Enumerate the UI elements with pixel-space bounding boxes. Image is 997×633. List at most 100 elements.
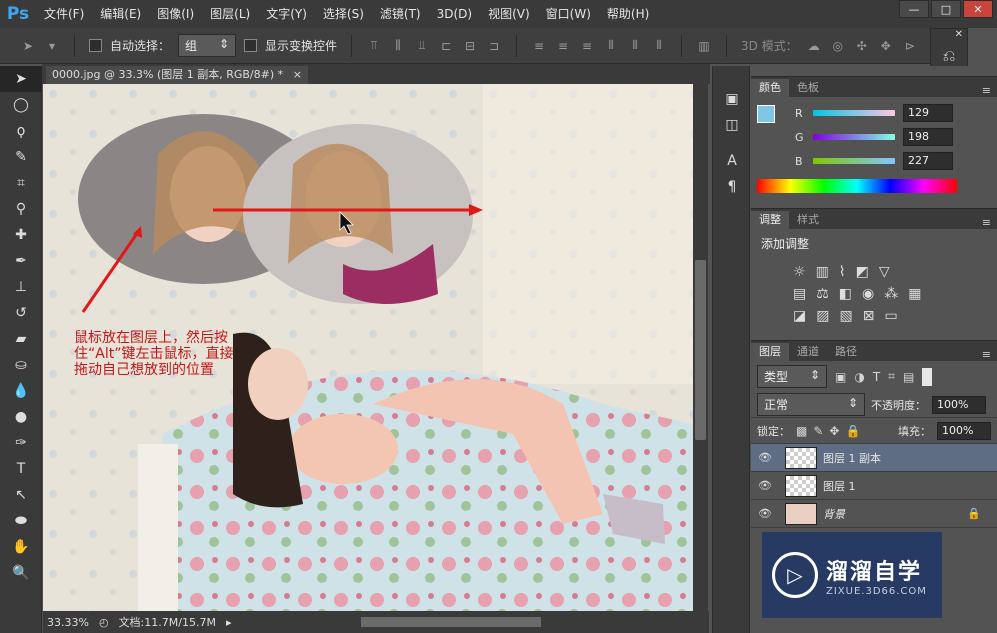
auto-select-checkbox[interactable] (89, 39, 102, 52)
panel-menu-icon[interactable]: ≡ (982, 84, 997, 97)
fill-value[interactable]: 100% (937, 421, 991, 440)
tab-color[interactable]: 颜色 (751, 79, 789, 97)
align-hcenter-icon[interactable]: ⊟ (462, 39, 478, 53)
lock-all-icon[interactable]: 🔒 (845, 424, 860, 438)
opacity-value[interactable]: 100% (932, 395, 986, 414)
character-panel-icon[interactable]: A (713, 148, 751, 174)
align-left-icon[interactable]: ⊏ (438, 39, 454, 53)
levels-icon[interactable]: ▥ (816, 264, 829, 280)
align-right-icon[interactable]: ⊐ (486, 39, 502, 53)
eye-icon[interactable]: 👁 (751, 507, 779, 520)
curves-icon[interactable]: ⌇ (839, 264, 846, 280)
show-transform-checkbox[interactable] (244, 39, 258, 52)
dodge-tool-icon[interactable]: ● (0, 404, 42, 430)
layer-filter-dropdown[interactable]: 类型 ⇕ (757, 365, 827, 388)
shape-tool-icon[interactable]: ⬬ (0, 508, 42, 534)
align-top-icon[interactable]: ⫪ (366, 38, 382, 53)
menu-edit[interactable]: 编辑(E) (92, 0, 149, 28)
panel-menu-icon[interactable]: ≡ (982, 348, 997, 361)
auto-select-dropdown[interactable]: 组 ⇕ (178, 34, 237, 57)
lock-pixels-icon[interactable]: ✎ (813, 424, 823, 438)
tab-styles[interactable]: 样式 (789, 211, 827, 229)
eye-icon[interactable]: 👁 (751, 451, 779, 464)
menu-select[interactable]: 选择(S) (315, 0, 372, 28)
close-button[interactable]: ✕ (963, 0, 993, 18)
marquee-tool-icon[interactable]: ◯ (0, 92, 42, 118)
eye-icon[interactable]: 👁 (751, 479, 779, 492)
maximize-button[interactable]: □ (931, 0, 961, 18)
menu-filter[interactable]: 滤镜(T) (372, 0, 429, 28)
selective-color-icon[interactable]: ⊠ (863, 308, 875, 324)
color-spectrum-bar[interactable] (757, 179, 957, 193)
lasso-tool-icon[interactable]: ϙ (0, 118, 42, 144)
status-info-icon[interactable]: ◴ (99, 616, 109, 629)
document-tab[interactable]: 0000.jpg @ 33.3% (图层 1 副本, RGB/8#) * × (46, 66, 308, 84)
properties-panel-icon[interactable]: ◫ (713, 112, 751, 138)
blue-slider[interactable] (813, 158, 895, 164)
distribute-vcenter-icon[interactable]: ≡ (555, 39, 571, 53)
minimize-button[interactable]: — (899, 0, 929, 18)
pen-tool-icon[interactable]: ✑ (0, 430, 42, 456)
filter-toggle[interactable] (922, 367, 933, 386)
layer-row-1[interactable]: 👁 图层 1 (751, 472, 997, 500)
filter-adjustment-icon[interactable]: ◑ (854, 370, 864, 384)
layer-name[interactable]: 背景 (823, 506, 845, 522)
color-balance-icon[interactable]: ⚖ (816, 286, 829, 302)
lock-transparent-icon[interactable]: ▩ (796, 424, 807, 438)
move-tool-preset-icon[interactable]: ➤ (20, 39, 36, 53)
menu-view[interactable]: 视图(V) (480, 0, 538, 28)
paint-bucket-tool-icon[interactable]: ⛀ (0, 352, 42, 378)
layer-name[interactable]: 图层 1 (823, 478, 856, 494)
lock-position-icon[interactable]: ✥ (829, 424, 839, 438)
green-value[interactable]: 198 (903, 128, 953, 146)
distribute-left-icon[interactable]: ⦀ (603, 38, 619, 53)
tab-paths[interactable]: 路径 (827, 343, 865, 361)
vertical-scroll-thumb[interactable] (695, 260, 706, 440)
align-bottom-icon[interactable]: ⫫ (414, 38, 430, 53)
distribute-bottom-icon[interactable]: ≡ (579, 39, 595, 53)
hand-tool-icon[interactable]: ✋ (0, 534, 42, 560)
threshold-icon[interactable]: ▧ (839, 308, 852, 324)
color-lookup-icon[interactable]: ▦ (908, 286, 921, 302)
path-select-tool-icon[interactable]: ↖ (0, 482, 42, 508)
tab-adjustments[interactable]: 调整 (751, 211, 789, 229)
history-panel-icon[interactable]: ▣ (713, 86, 751, 112)
brush-tool-icon[interactable]: ✒ (0, 248, 42, 274)
exposure-icon[interactable]: ◩ (856, 264, 869, 280)
black-white-icon[interactable]: ◧ (839, 286, 852, 302)
distribute-top-icon[interactable]: ≡ (531, 39, 547, 53)
vibrance-icon[interactable]: ▽ (879, 264, 890, 280)
brightness-icon[interactable]: ☼ (793, 264, 806, 280)
blend-mode-dropdown[interactable]: 正常 ⇕ (757, 393, 865, 416)
layer-row-background[interactable]: 👁 背景 🔒 (751, 500, 997, 528)
menu-type[interactable]: 文字(Y) (258, 0, 315, 28)
menu-file[interactable]: 文件(F) (36, 0, 92, 28)
horizontal-scroll-thumb[interactable] (361, 617, 542, 627)
clone-stamp-tool-icon[interactable]: ⊥ (0, 274, 42, 300)
history-icon[interactable]: ⎌ (931, 46, 967, 66)
foreground-color-swatch[interactable] (757, 105, 775, 123)
distribute-hcenter-icon[interactable]: ⦀ (627, 38, 643, 53)
tab-layers[interactable]: 图层 (751, 343, 789, 361)
zoom-level[interactable]: 33.33% (47, 616, 89, 629)
menu-3d[interactable]: 3D(D) (429, 0, 480, 28)
paragraph-panel-icon[interactable]: ¶ (713, 174, 751, 200)
red-value[interactable]: 129 (903, 104, 953, 122)
layer-row-copy[interactable]: 👁 图层 1 副本 (751, 444, 997, 472)
3d-scale-icon[interactable]: ⊳ (902, 39, 918, 53)
zoom-tool-icon[interactable]: 🔍 (0, 560, 42, 586)
align-vcenter-icon[interactable]: ⫼ (390, 38, 406, 53)
eyedropper-tool-icon[interactable]: ⚲ (0, 196, 42, 222)
eraser-tool-icon[interactable]: ▰ (0, 326, 42, 352)
layer-name[interactable]: 图层 1 副本 (823, 450, 881, 466)
channel-mixer-icon[interactable]: ⁂ (884, 286, 898, 302)
blue-value[interactable]: 227 (903, 152, 953, 170)
chevron-down-icon[interactable]: ▾ (44, 39, 60, 53)
panel-close-icon[interactable]: ✕ (931, 29, 967, 40)
filter-type-icon[interactable]: T (873, 370, 880, 384)
green-slider[interactable] (813, 134, 895, 140)
filter-pixel-icon[interactable]: ▣ (835, 370, 846, 384)
type-tool-icon[interactable]: T (0, 456, 42, 482)
history-brush-tool-icon[interactable]: ↺ (0, 300, 42, 326)
tab-channels[interactable]: 通道 (789, 343, 827, 361)
